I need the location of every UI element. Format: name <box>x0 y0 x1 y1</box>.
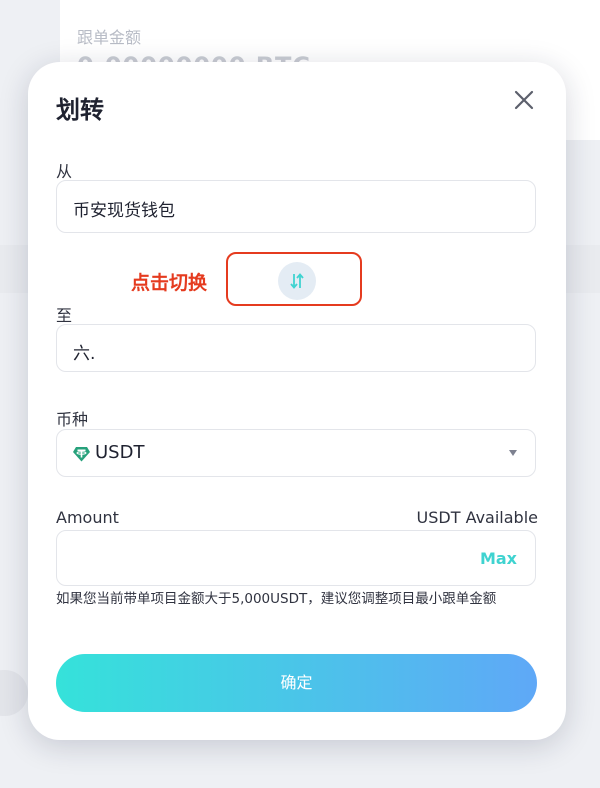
from-wallet-select[interactable]: 币安现货钱包 <box>56 180 536 233</box>
max-button[interactable]: Max <box>480 549 517 568</box>
modal-title: 划转 <box>56 96 104 124</box>
coin-label: 币种 <box>56 410 89 429</box>
background-label: 跟单金额 <box>77 28 142 47</box>
switch-hint-text: 点击切换 <box>131 272 208 294</box>
amount-note: 如果您当前带单项目金额大于5,000USDT，建议您调整项目最小跟单金额 <box>56 591 497 607</box>
to-label: 至 <box>56 306 73 325</box>
available-balance: USDT Available <box>416 508 538 527</box>
chevron-down-icon <box>509 450 517 456</box>
swap-button[interactable] <box>278 262 316 300</box>
transfer-modal: 划转 从 币安现货钱包 点击切换 至 六. 币种 USDT Amount USD… <box>28 62 566 740</box>
tether-icon <box>73 447 90 462</box>
to-wallet-select[interactable]: 六. <box>56 324 536 372</box>
amount-label: Amount <box>56 508 119 527</box>
amount-input[interactable]: Max <box>56 530 536 586</box>
confirm-button[interactable]: 确定 <box>56 654 537 712</box>
from-label: 从 <box>56 162 73 181</box>
close-icon <box>514 90 534 110</box>
from-wallet-value: 币安现货钱包 <box>73 201 175 221</box>
to-wallet-value: 六. <box>73 344 96 364</box>
background-pill <box>0 670 28 716</box>
coin-select[interactable]: USDT <box>56 429 536 477</box>
coin-value: USDT <box>95 442 145 463</box>
close-button[interactable] <box>510 86 538 114</box>
swap-arrows-icon <box>290 273 304 289</box>
